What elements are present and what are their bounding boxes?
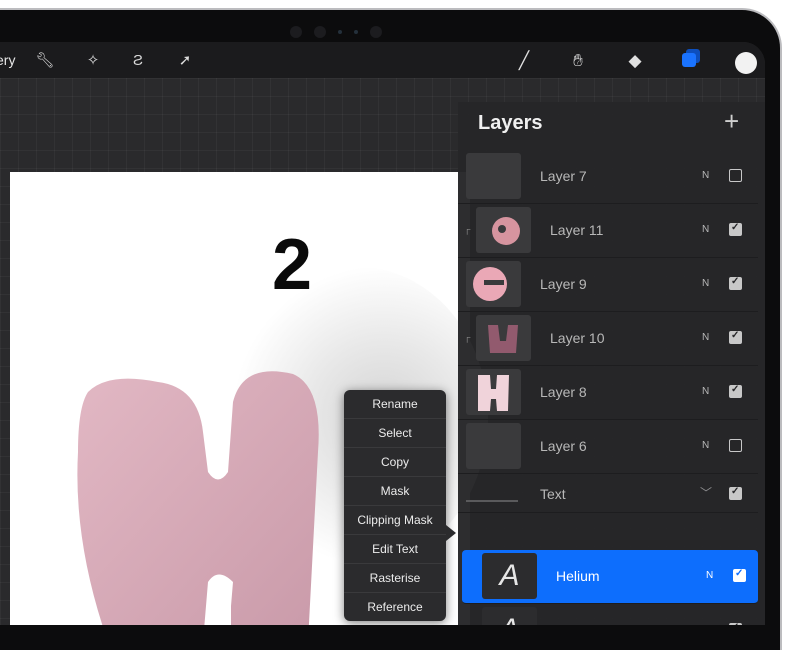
- menu-item-reference[interactable]: Reference: [344, 593, 446, 621]
- wrench-icon[interactable]: 🔧︎: [34, 50, 56, 72]
- blend-mode[interactable]: N: [702, 332, 709, 343]
- menu-item-select[interactable]: Select: [344, 419, 446, 448]
- menu-item-mask[interactable]: Mask: [344, 477, 446, 506]
- sensor-dot: [338, 30, 342, 34]
- layer-row[interactable]: Layer 7 N: [458, 150, 758, 204]
- layer-name: Layer 10: [550, 330, 605, 346]
- layer-context-menu: Rename Select Copy Mask Clipping Mask Ed…: [344, 390, 446, 621]
- blend-mode[interactable]: N: [702, 224, 709, 235]
- canvas-number-text: 2: [272, 225, 313, 305]
- clip-arrow-icon: ┌: [464, 224, 471, 234]
- selection-icon[interactable]: Ƨ: [127, 50, 149, 72]
- smudge-icon[interactable]: ✋︎: [566, 49, 590, 73]
- menu-item-copy[interactable]: Copy: [344, 448, 446, 477]
- group-row[interactable]: Text ﹀: [458, 474, 758, 513]
- camera-lens: [290, 26, 302, 38]
- visibility-checkbox[interactable]: [729, 384, 742, 398]
- camera-array: [290, 26, 382, 38]
- add-layer-button[interactable]: +: [724, 106, 739, 137]
- layer-thumbnail: [476, 207, 531, 253]
- menu-item-rename[interactable]: Rename: [344, 390, 446, 419]
- group-name: Text: [540, 486, 566, 502]
- layer-row[interactable]: ┌ Layer 11 N: [458, 204, 758, 258]
- layer-name: Layer 6: [540, 438, 587, 454]
- layer-thumbnail: [466, 261, 521, 307]
- clip-arrow-icon: ┌: [464, 332, 471, 342]
- color-picker-button[interactable]: [735, 52, 757, 74]
- camera-lens: [370, 26, 382, 38]
- visibility-checkbox[interactable]: [729, 222, 742, 236]
- visibility-checkbox[interactable]: [733, 568, 746, 582]
- layer-thumbnail: [466, 423, 521, 469]
- sensor-dot: [354, 30, 358, 34]
- gallery-link[interactable]: ery: [0, 52, 15, 68]
- layer-thumbnail: [476, 315, 531, 361]
- app-screen: ery 🔧︎ ✧ Ƨ ➚ ╱ ✋︎ ◆ 2 Rename Select Copy…: [0, 42, 765, 625]
- eraser-icon[interactable]: ◆: [623, 49, 647, 73]
- layers-icon[interactable]: [682, 53, 696, 67]
- brush-icon[interactable]: ╱: [512, 49, 536, 73]
- camera-lens: [314, 26, 326, 38]
- text-layer-icon: A: [482, 553, 537, 599]
- layer-row[interactable]: A 4 N: [458, 604, 758, 625]
- layer-row[interactable]: Layer 6 N: [458, 420, 758, 474]
- layer-name: Layer 9: [540, 276, 587, 292]
- blend-mode[interactable]: N: [702, 386, 709, 397]
- layer-thumbnail: [466, 369, 521, 415]
- menu-item-edit-text[interactable]: Edit Text: [344, 535, 446, 564]
- layer-name: Layer 7: [540, 168, 587, 184]
- visibility-checkbox[interactable]: [729, 439, 742, 452]
- blend-mode[interactable]: N: [702, 440, 709, 451]
- menu-item-rasterise[interactable]: Rasterise: [344, 564, 446, 593]
- pink-h-letter: [77, 371, 319, 625]
- layer-name: Layer 8: [540, 384, 587, 400]
- layer-row[interactable]: Layer 9 N: [458, 258, 758, 312]
- blend-mode[interactable]: N: [706, 570, 713, 581]
- top-toolbar: ery 🔧︎ ✧ Ƨ ➚ ╱ ✋︎ ◆: [0, 42, 765, 78]
- transform-arrow-icon[interactable]: ➚: [174, 50, 196, 72]
- layer-name: Helium: [556, 568, 600, 584]
- menu-pointer: [446, 525, 456, 541]
- layer-name: Layer 11: [550, 222, 604, 238]
- chevron-down-icon[interactable]: ﹀: [700, 484, 712, 501]
- layer-row[interactable]: ┌ Layer 10 N: [458, 312, 758, 366]
- blend-mode[interactable]: N: [702, 278, 709, 289]
- visibility-checkbox[interactable]: [729, 276, 742, 290]
- layers-panel-title: Layers: [478, 112, 543, 134]
- layer-row[interactable]: Layer 8 N: [458, 366, 758, 420]
- visibility-checkbox[interactable]: [729, 169, 742, 182]
- text-layer-icon: A: [482, 607, 537, 625]
- group-indicator: [466, 500, 518, 502]
- menu-item-clipping-mask[interactable]: Clipping Mask: [344, 506, 446, 535]
- layer-thumbnail: [466, 153, 521, 199]
- blend-mode[interactable]: N: [702, 170, 709, 181]
- layer-row-selected[interactable]: A Helium N: [462, 550, 758, 604]
- magic-wand-icon[interactable]: ✧: [82, 50, 104, 72]
- layers-panel: Layers + Layer 7 N ┌ Layer 11 N Layer 9 …: [458, 102, 765, 625]
- visibility-checkbox[interactable]: [729, 330, 742, 344]
- visibility-checkbox[interactable]: [729, 486, 742, 500]
